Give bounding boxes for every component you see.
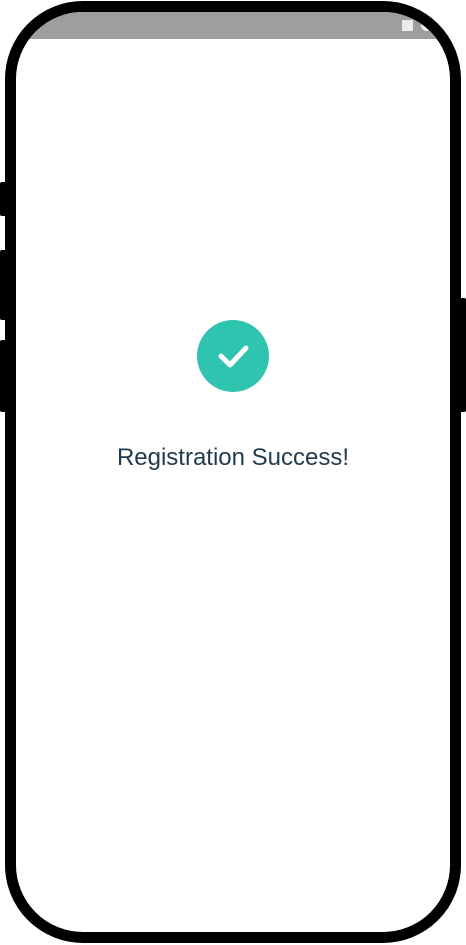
success-title: Registration Success! bbox=[116, 444, 350, 471]
screen: Registration Success! bbox=[0, 0, 466, 945]
check-circle-icon bbox=[197, 320, 269, 392]
success-screen: Registration Success! bbox=[16, 12, 450, 932]
checkmark-icon bbox=[218, 345, 249, 368]
phone-frame: Registration Success! bbox=[5, 1, 461, 943]
